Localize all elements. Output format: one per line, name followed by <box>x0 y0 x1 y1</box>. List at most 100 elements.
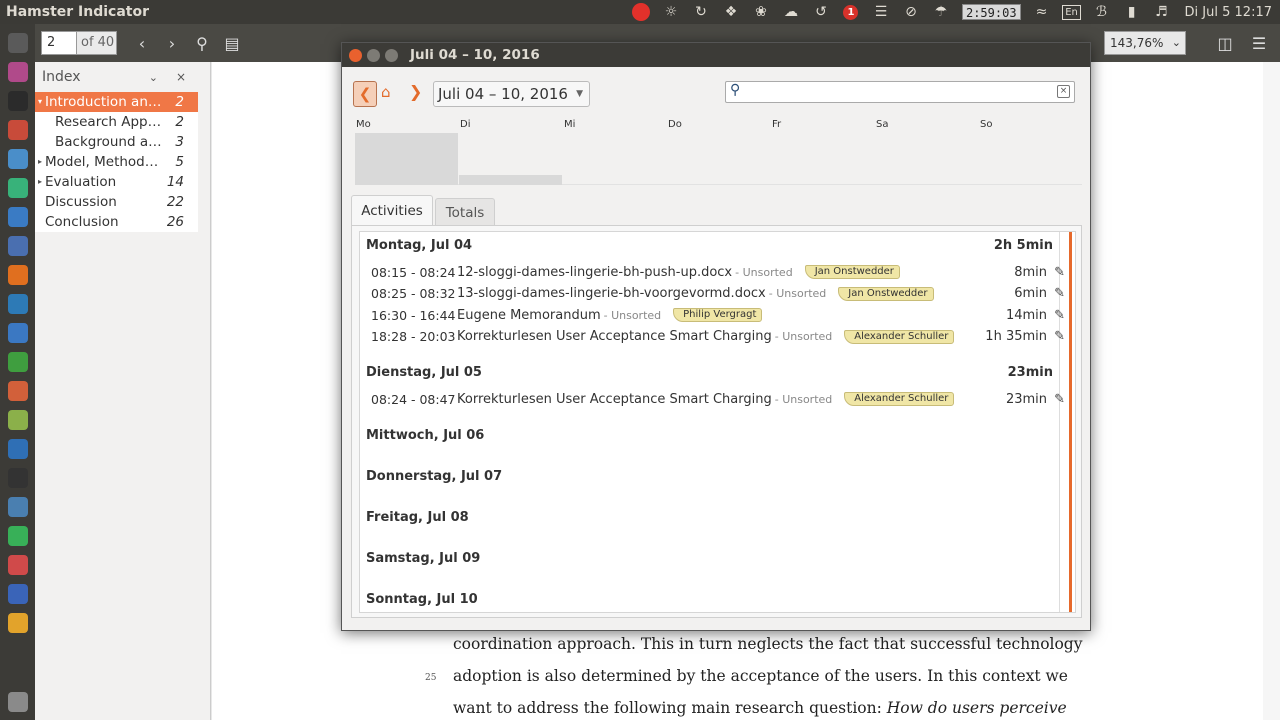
record-icon[interactable] <box>626 0 656 24</box>
document-icon[interactable]: ◫ <box>1210 28 1240 58</box>
activity-row[interactable]: 08:24 - 08:47 Korrekturlesen User Accepta… <box>371 389 1065 409</box>
tab-totals[interactable]: Totals <box>435 198 495 226</box>
maximize-window-button[interactable] <box>385 48 398 62</box>
trello-icon[interactable] <box>0 434 35 463</box>
dash-icon[interactable] <box>0 28 35 57</box>
weekday-label: Fr <box>772 119 782 130</box>
week-chart <box>355 132 1082 185</box>
notes-icon[interactable] <box>0 57 35 86</box>
virtualbox-icon[interactable] <box>0 492 35 521</box>
clock-icon[interactable] <box>0 579 35 608</box>
firefox-icon[interactable] <box>0 260 35 289</box>
close-window-button[interactable] <box>349 48 362 62</box>
timer-display[interactable]: 2:59:03 <box>961 4 1021 20</box>
index-item[interactable]: ▾ Introduction and ... 2 <box>35 92 198 112</box>
blocked-icon[interactable]: ⊘ <box>896 0 926 24</box>
hamster-icon[interactable] <box>0 608 35 637</box>
chevron-down-icon[interactable]: ⌄ <box>149 71 158 84</box>
weather-icon[interactable]: ☂ <box>926 0 956 24</box>
day-header: Donnerstag, Jul 07 <box>366 468 503 484</box>
scrollbar-thumb[interactable] <box>1069 232 1072 612</box>
activity-name: 13-sloggi-dames-lingerie-bh-voorgevormd.… <box>457 286 766 301</box>
previous-range-button[interactable]: ❮ <box>353 81 377 107</box>
activity-tag[interactable]: Alexander Schuller <box>844 329 955 344</box>
battery-icon[interactable]: ▮ <box>1117 0 1147 24</box>
sidebar-toggle-icon[interactable]: ▤ <box>217 28 247 58</box>
index-item[interactable]: Conclusion 26 <box>35 212 198 232</box>
lightbulb-icon[interactable]: ☼ <box>656 0 686 24</box>
keyboard-layout[interactable]: En <box>1057 0 1087 24</box>
minimize-window-button[interactable] <box>367 48 380 62</box>
edit-pencil-icon[interactable]: ✎ <box>1054 265 1065 280</box>
calc-icon[interactable] <box>0 347 35 376</box>
previous-page-icon[interactable]: ‹ <box>127 28 157 58</box>
day-total: 23min <box>1007 365 1053 380</box>
edit-pencil-icon[interactable]: ✎ <box>1054 329 1065 344</box>
activity-row[interactable]: 08:25 - 08:32 13-sloggi-dames-lingerie-bh… <box>371 284 1065 304</box>
chat-icon[interactable] <box>0 173 35 202</box>
activity-tag[interactable]: Jan Onstwedder <box>804 265 900 279</box>
page-number-input[interactable]: 2 <box>41 31 77 55</box>
clock[interactable]: Di Jul 5 12:17 <box>1177 5 1280 20</box>
camera-icon[interactable] <box>0 463 35 492</box>
activity-name: Eugene Memorandum <box>457 307 601 323</box>
page-count: of 40 <box>77 31 117 55</box>
index-item-label: Evaluation <box>45 174 117 190</box>
notification-badge[interactable]: 1 <box>836 0 866 24</box>
trash-icon[interactable] <box>0 687 35 716</box>
edit-pencil-icon[interactable]: ✎ <box>1054 286 1065 301</box>
activity-row[interactable]: 08:15 - 08:24 12-sloggi-dames-lingerie-bh… <box>371 262 1065 282</box>
clear-search-icon[interactable]: × <box>1057 85 1070 98</box>
tab-activities[interactable]: Activities <box>351 195 433 226</box>
stripes-icon[interactable]: ☰ <box>866 0 896 24</box>
activity-tag[interactable]: Alexander Schuller <box>844 392 955 406</box>
index-item-page: 3 <box>175 134 184 150</box>
edit-pencil-icon[interactable]: ✎ <box>1054 392 1065 407</box>
calendar-icon[interactable] <box>0 231 35 260</box>
app-red-icon[interactable] <box>0 550 35 579</box>
activity-category: - Unsorted <box>735 265 793 279</box>
home-icon[interactable]: ⌂ <box>381 83 391 101</box>
search-field[interactable]: ⚲ × <box>725 81 1075 103</box>
edit-pencil-icon[interactable]: ✎ <box>1054 308 1065 323</box>
volume-icon[interactable]: ♬ <box>1147 0 1177 24</box>
screenshot-icon[interactable] <box>0 405 35 434</box>
wifi-icon[interactable]: ≈ <box>1027 0 1057 24</box>
index-item[interactable]: ▸ Evaluation 14 <box>35 172 198 192</box>
activity-row[interactable]: 18:28 - 20:03 Korrekturlesen User Accepta… <box>371 327 1065 347</box>
range-select[interactable]: Juli 04 – 10, 2016 ▼ <box>433 81 590 107</box>
writer-icon[interactable] <box>0 318 35 347</box>
bluetooth-icon[interactable]: ℬ <box>1087 0 1117 24</box>
activity-tag[interactable]: Jan Onstwedder <box>838 286 934 301</box>
close-icon[interactable]: × <box>176 70 186 84</box>
disk-icon[interactable] <box>0 202 35 231</box>
activity-time: 08:25 - 08:32 <box>371 286 456 301</box>
activity-row[interactable]: 16:30 - 16:44 Eugene Memorandum - Unsorted… <box>371 305 1065 325</box>
index-item[interactable]: Research Appro... 2 <box>35 112 198 132</box>
activity-list[interactable]: Montag, Jul 04 2h 5min 08:15 - 08:24 12-slo… <box>359 231 1076 613</box>
next-range-button[interactable]: ❯ <box>409 82 422 101</box>
index-item[interactable]: ▸ Model, Methodol... 5 <box>35 152 198 172</box>
wordpress-icon[interactable] <box>0 289 35 318</box>
day-header: Freitag, Jul 08 <box>366 509 469 525</box>
sync-icon[interactable]: ↻ <box>686 0 716 24</box>
refresh-icon[interactable]: ↺ <box>806 0 836 24</box>
impress-icon[interactable] <box>0 376 35 405</box>
terminal-icon[interactable] <box>0 86 35 115</box>
search-input[interactable] <box>750 84 1050 100</box>
next-page-icon[interactable]: › <box>157 28 187 58</box>
activity-tag[interactable]: Philip Vergragt <box>673 308 763 322</box>
network-icon[interactable]: ❀ <box>746 0 776 24</box>
cloud-icon[interactable]: ☁ <box>776 0 806 24</box>
dropbox-icon[interactable]: ❖ <box>716 0 746 24</box>
activity-time: 18:28 - 20:03 <box>371 329 456 344</box>
chromium-icon[interactable] <box>0 144 35 173</box>
index-item[interactable]: Background and... 3 <box>35 132 198 152</box>
index-item[interactable]: Discussion 22 <box>35 192 198 212</box>
whatsapp-icon[interactable] <box>0 521 35 550</box>
search-icon[interactable]: ⚲ <box>187 28 217 58</box>
zoom-select[interactable]: 143,76% ⌄ <box>1104 31 1186 55</box>
menu-icon[interactable]: ☰ <box>1244 28 1274 58</box>
index-item-page: 26 <box>166 214 184 230</box>
archive-icon[interactable] <box>0 115 35 144</box>
